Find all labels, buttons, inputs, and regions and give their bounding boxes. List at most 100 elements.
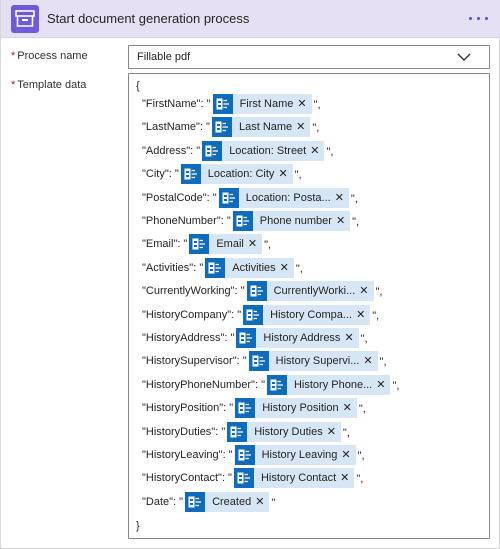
remove-token-icon[interactable]: ✕ [280, 258, 294, 278]
required-mark: * [11, 50, 16, 62]
template-key: "PostalCode": " [142, 191, 217, 204]
dynamic-content-token[interactable]: History Contact ✕ [233, 468, 355, 489]
dynamic-content-token[interactable]: History Duties ✕ [227, 421, 341, 442]
remove-token-icon[interactable]: ✕ [248, 234, 262, 254]
template-row: "FirstName": " First Name ✕ ", [142, 94, 321, 114]
dynamic-content-token[interactable]: First Name ✕ [212, 94, 312, 114]
dynamic-content-token[interactable]: Location: City ✕ [180, 164, 293, 185]
template-row: "PhoneNumber": " Phone number ✕ ", [142, 211, 359, 231]
sharepoint-list-icon [205, 257, 226, 278]
dynamic-content-token[interactable]: Location: Street ✕ [202, 140, 325, 161]
template-tail: ", [295, 262, 303, 275]
remove-token-icon[interactable]: ✕ [356, 305, 370, 325]
sharepoint-list-icon [189, 234, 210, 255]
remove-token-icon[interactable]: ✕ [376, 375, 390, 395]
template-row: "HistoryPosition": " History Position ✕ ", [142, 398, 366, 419]
template-tail: ", [264, 239, 272, 252]
dynamic-content-token[interactable]: Phone number ✕ [232, 211, 351, 231]
template-key: "CurrentlyWorking": " [142, 285, 245, 298]
remove-token-icon[interactable]: ✕ [344, 328, 358, 348]
remove-token-icon[interactable]: ✕ [310, 141, 324, 161]
dynamic-content-token[interactable]: History Address ✕ [236, 328, 359, 348]
template-key: "Address": " [142, 144, 201, 157]
template-tail: ", [352, 216, 360, 228]
template-tail: ", [379, 356, 387, 369]
template-data-label: * Template data [11, 79, 86, 91]
remove-token-icon[interactable]: ✕ [335, 188, 349, 208]
template-row: "HistoryPhoneNumber": " History Phone... ✕… [142, 374, 399, 395]
dynamic-content-token[interactable]: Activities ✕ [205, 257, 294, 278]
chevron-down-icon [457, 53, 471, 61]
template-tail: ", [358, 403, 366, 416]
remove-token-icon[interactable]: ✕ [327, 422, 341, 442]
template-key: "HistoryDuties": " [142, 425, 226, 438]
template-key: "HistoryCompany": " [142, 308, 242, 321]
template-data-editor[interactable]: { "FirstName": " First Name ✕ ", "LastName":… [128, 73, 490, 539]
template-row: "CurrentlyWorking": " CurrentlyWorki... ✕ "… [142, 281, 383, 302]
remove-token-icon[interactable]: ✕ [363, 351, 377, 371]
template-row: "HistorySupervisor": " History Supervi...… [142, 351, 387, 372]
remove-token-icon[interactable]: ✕ [296, 117, 310, 137]
more-options-icon[interactable] [467, 10, 491, 26]
remove-token-icon[interactable]: ✕ [336, 211, 350, 231]
sharepoint-list-icon [212, 94, 233, 114]
template-tail: ", [326, 145, 334, 158]
template-row: "HistoryDuties": " History Duties ✕ ", [142, 421, 350, 442]
remove-token-icon[interactable]: ✕ [255, 492, 269, 512]
template-row: "HistoryAddress": " History Address ✕ ", [142, 328, 368, 348]
sharepoint-list-icon [246, 281, 267, 302]
process-name-value: Fillable pdf [137, 51, 191, 63]
remove-token-icon[interactable]: ✕ [359, 281, 373, 301]
template-key: "Activities": " [142, 261, 204, 274]
action-header[interactable]: Start document generation process [1, 0, 500, 38]
template-key: "HistoryContact": " [142, 472, 232, 485]
dynamic-content-token[interactable]: Email ✕ [189, 234, 263, 255]
dynamic-content-token[interactable]: Created ✕ [185, 491, 270, 512]
dynamic-content-token[interactable]: Last Name ✕ [211, 117, 311, 138]
sharepoint-list-icon [218, 187, 239, 208]
remove-token-icon[interactable]: ✕ [297, 94, 311, 114]
dynamic-content-token[interactable]: History Phone... ✕ [266, 374, 391, 395]
template-key: "FirstName": " [142, 98, 211, 110]
dynamic-content-token[interactable]: History Compa... ✕ [243, 304, 371, 325]
template-tail: ", [360, 333, 368, 345]
action-card: Start document generation process * Proce… [0, 0, 500, 549]
template-tail: " [271, 496, 276, 509]
template-tail: ", [313, 99, 321, 111]
remove-token-icon[interactable]: ✕ [341, 445, 355, 465]
dynamic-content-token[interactable]: Location: Posta... ✕ [218, 187, 349, 208]
archive-box-icon [11, 5, 39, 33]
template-row: "Date": " Created ✕ " [142, 491, 276, 512]
template-row: "HistoryContact": " History Contact ✕ ", [142, 468, 364, 489]
template-row: "Activities": " Activities ✕ ", [142, 257, 303, 278]
template-key: "Email": " [142, 238, 188, 251]
sharepoint-list-icon [185, 491, 206, 512]
template-tail: ", [372, 309, 380, 322]
remove-token-icon[interactable]: ✕ [278, 164, 292, 184]
template-tail: ", [312, 122, 320, 135]
template-row: "HistoryLeaving": " History Leaving ✕ ", [142, 445, 365, 465]
template-key: "HistoryLeaving": " [142, 449, 233, 461]
sharepoint-list-icon [232, 211, 253, 231]
template-row: "LastName": " Last Name ✕ ", [142, 117, 320, 138]
template-key: "HistoryPhoneNumber": " [142, 378, 265, 391]
template-key: "HistorySupervisor": " [142, 355, 247, 368]
sharepoint-list-icon [202, 140, 223, 161]
template-tail: ", [356, 473, 364, 486]
template-tail: ", [375, 286, 383, 299]
template-key: "HistoryAddress": " [142, 332, 235, 344]
template-row: "Address": " Location: Street ✕ ", [142, 140, 334, 161]
sharepoint-list-icon [235, 398, 256, 419]
dynamic-content-token[interactable]: History Supervi... ✕ [248, 351, 378, 372]
dynamic-content-token[interactable]: History Position ✕ [235, 398, 357, 419]
process-name-dropdown[interactable]: Fillable pdf [128, 45, 490, 69]
sharepoint-list-icon [236, 328, 257, 348]
action-title: Start document generation process [47, 11, 250, 26]
template-key: "LastName": " [142, 121, 210, 134]
remove-token-icon[interactable]: ✕ [340, 468, 354, 488]
dynamic-content-token[interactable]: History Leaving ✕ [234, 445, 356, 465]
remove-token-icon[interactable]: ✕ [343, 398, 357, 418]
dynamic-content-token[interactable]: CurrentlyWorki... ✕ [246, 281, 374, 302]
template-tail: ", [350, 192, 358, 205]
template-row: "Email": " Email ✕ ", [142, 234, 272, 255]
